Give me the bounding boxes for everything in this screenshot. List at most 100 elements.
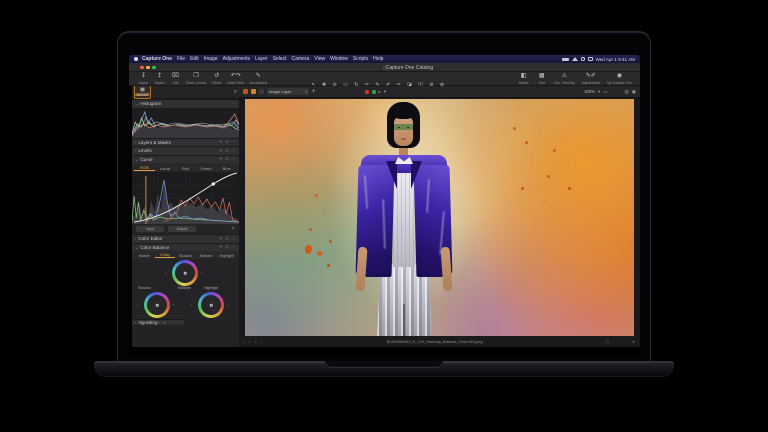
- menu-item-edit[interactable]: Edit: [190, 56, 199, 62]
- my-capture-one-button[interactable]: ◉ My Capture One: [607, 73, 632, 85]
- curve-channel-tabs: RGB Luma Red Green Blue: [132, 163, 239, 172]
- tab-adjust[interactable]: ≡ ADJUST: [134, 86, 151, 100]
- battery-icon[interactable]: [562, 57, 569, 61]
- before-button[interactable]: ◧ Before: [518, 73, 529, 85]
- menu-item-file[interactable]: File: [177, 56, 185, 62]
- annotations-label: Annotations: [249, 80, 268, 85]
- menu-items: Capture One File Edit Image Adjustments …: [142, 56, 383, 62]
- viewer: Image Layer ▾ + ▸ ▾ 100% ▾ ▭ ▤ ▣ ▪ ▪ ▪ ▪…: [239, 86, 640, 347]
- before-label: Before: [518, 80, 529, 85]
- menu-item-image[interactable]: Image: [204, 56, 218, 62]
- apple-menu-icon[interactable]: [134, 57, 138, 61]
- cb-tab-highlight[interactable]: Highlight: [216, 253, 237, 258]
- menu-item-window[interactable]: Window: [330, 56, 348, 62]
- image-filename: B0192869363_H_129_Hindmay_Balance_Final.…: [386, 339, 483, 344]
- annotations-icon: ✎: [255, 73, 261, 79]
- highlight-color-wheel[interactable]: [198, 292, 224, 318]
- color-editor-panel-header[interactable]: › Color Editor ✎ ↺ ⋯: [132, 234, 239, 243]
- share-photos-button[interactable]: ❐ Share photos: [186, 73, 206, 85]
- histogram-header-icons[interactable]: ⋯: [231, 102, 236, 106]
- curve-tab-green[interactable]: Green: [196, 165, 217, 171]
- color-tag-orange[interactable]: [243, 89, 248, 94]
- my-capture-one-icon: ◉: [616, 73, 623, 79]
- color-editor-header-icons[interactable]: ✎ ↺ ⋯: [219, 237, 236, 241]
- grid-button[interactable]: ▦ Grid: [536, 73, 547, 85]
- vignetting-header-icons[interactable]: ✎ ↺ ⋯: [157, 321, 174, 325]
- reset-label: Reset: [212, 80, 222, 85]
- adjustments-clipboard-button[interactable]: ✎✐ Adjustments: [581, 73, 600, 85]
- photo-canvas[interactable]: [245, 99, 634, 336]
- cb-tab-midtone[interactable]: Midtone: [196, 253, 217, 258]
- menu-item-help[interactable]: Help: [373, 56, 383, 62]
- layers-masks-panel-header[interactable]: › Layers & Masks ✎ ↺ ⋯: [132, 137, 239, 146]
- menu-item-select[interactable]: Select: [273, 56, 287, 62]
- curve-tab-rgb[interactable]: RGB: [134, 164, 155, 171]
- curve-panel-header[interactable]: ⌄ Curve ✎ ↺ ⋯: [132, 154, 239, 163]
- curve-tab-blue[interactable]: Blue: [216, 165, 237, 171]
- reset-button[interactable]: ↺ Reset: [211, 73, 222, 85]
- add-layer-button[interactable]: +: [312, 89, 316, 95]
- caret-icon[interactable]: ▾: [384, 89, 386, 95]
- color-balance-panel-header[interactable]: ⌄ Color Balance ✎ ↺ ⋯: [132, 242, 239, 251]
- tools-sidebar: ▤ LIBRARY ∿ TETHER ◈ SHAPE ✦ STYLE ≡ ADJ…: [132, 86, 239, 347]
- vignetting-panel-header[interactable]: › Vignetting ✎ ↺ ⋯: [132, 319, 177, 326]
- menu-bar-clock[interactable]: Wed Apr 1 9:41 AM: [596, 57, 636, 62]
- bottom-right-controls[interactable]: ▢ · · · · ●: [605, 340, 636, 344]
- menu-item-view[interactable]: View: [314, 56, 325, 62]
- shadow-color-wheel[interactable]: [144, 292, 170, 318]
- layer-dropdown-value: Image Layer: [269, 89, 292, 94]
- export-button[interactable]: ↥ Export: [154, 73, 165, 85]
- collapse-icon: ›: [135, 320, 137, 326]
- exposure-warning-button[interactable]: ⚠ Exp. Warning: [554, 73, 574, 85]
- color-tag-none[interactable]: [259, 89, 264, 94]
- import-button[interactable]: ↧ Import: [138, 73, 149, 85]
- histogram-panel-header[interactable]: ⌄ Histogram ⋯: [132, 99, 239, 108]
- cb-tab-master[interactable]: Master: [134, 253, 155, 258]
- levels-header-icons[interactable]: ✎ ↺ ⋯: [219, 149, 236, 153]
- menu-item-app[interactable]: Capture One: [142, 56, 172, 62]
- proof-margin-icon[interactable]: ▭: [603, 89, 607, 95]
- menu-item-adjustments[interactable]: Adjustments: [223, 56, 251, 62]
- wifi-icon[interactable]: [572, 57, 578, 61]
- curve-tab-luma[interactable]: Luma: [155, 165, 176, 171]
- zoom-level[interactable]: 100%: [584, 89, 595, 94]
- control-center-icon[interactable]: [587, 57, 593, 61]
- ready-indicator-icon[interactable]: [371, 89, 376, 94]
- fullscreen-icon[interactable]: ▣: [632, 89, 636, 95]
- green-paint-streak: [394, 124, 413, 130]
- chevron-down-icon[interactable]: ▾: [598, 89, 600, 95]
- midtone-color-wheel[interactable]: [172, 260, 198, 286]
- color-tag-amber[interactable]: [251, 89, 256, 94]
- bottom-left-icons[interactable]: ▪ ▪ ▪ ▪: [243, 340, 264, 344]
- browser-toggle-icon[interactable]: ▤: [624, 89, 628, 95]
- spotlight-icon[interactable]: [581, 57, 585, 61]
- curve-tab-red[interactable]: Red: [175, 165, 196, 171]
- wheel-center-dot: [183, 271, 187, 275]
- curve-graph[interactable]: [132, 172, 239, 224]
- menu-item-layer[interactable]: Layer: [255, 56, 268, 62]
- cb-tab-3way[interactable]: 3-Way: [154, 252, 176, 258]
- viewer-toolbar: Image Layer ▾ + ▸ ▾ 100% ▾ ▭ ▤ ▣: [239, 86, 640, 98]
- midtone-wheel-label: Midtone: [178, 286, 191, 290]
- curve-input-field[interactable]: Input: [136, 226, 164, 232]
- annotations-button[interactable]: ✎ Annotations: [249, 73, 267, 85]
- cb-tab-shadow[interactable]: Shadow: [175, 253, 196, 258]
- curve-pick-icon[interactable]: ✎: [231, 226, 235, 232]
- curve-header-icons[interactable]: ✎ ↺ ⋯: [219, 157, 236, 161]
- curve-output-field[interactable]: Output: [168, 226, 196, 232]
- wheel-center-dot: [155, 303, 159, 307]
- macbook-screen: Capture One File Edit Image Adjustments …: [117, 31, 651, 362]
- menu-item-scripts[interactable]: Scripts: [353, 56, 368, 62]
- focus-warning-icon[interactable]: [364, 89, 369, 94]
- before-icon: ◧: [520, 73, 527, 79]
- cull-button[interactable]: ⌧ Cull: [170, 73, 181, 85]
- window-title-wrap: ▯ Capture One Catalog: [129, 65, 640, 71]
- layers-header-icons[interactable]: ✎ ↺ ⋯: [219, 140, 236, 144]
- layer-dropdown[interactable]: Image Layer ▾: [267, 88, 309, 95]
- play-icon[interactable]: ▸: [379, 89, 381, 95]
- menu-item-camera[interactable]: Camera: [292, 56, 310, 62]
- levels-panel-header[interactable]: › Levels ✎ ↺ ⋯: [132, 146, 239, 155]
- undo-redo-button[interactable]: ↶↷ Undo Redo: [227, 73, 244, 85]
- color-balance-header-icons[interactable]: ✎ ↺ ⋯: [219, 245, 236, 249]
- more-tabs-icon[interactable]: »: [234, 89, 237, 95]
